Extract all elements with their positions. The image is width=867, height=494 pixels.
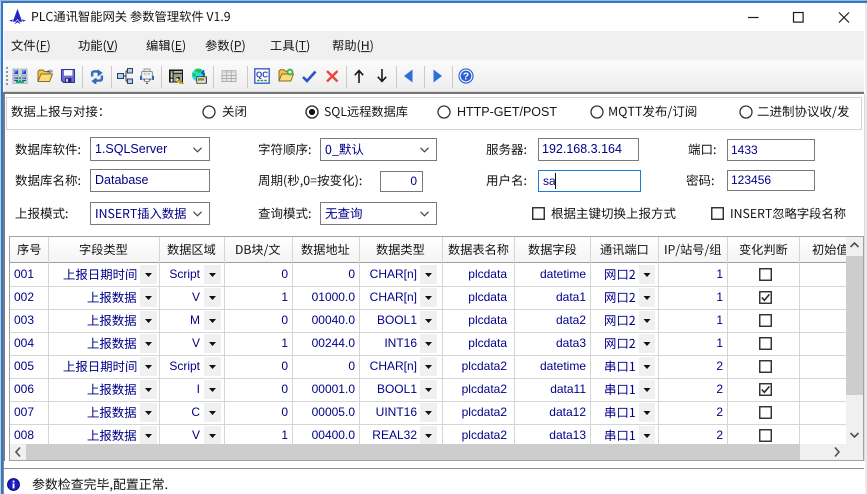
svg-text:QC: QC [256,71,268,80]
svg-text:abc: abc [47,69,53,74]
svg-text:?: ? [463,71,469,83]
